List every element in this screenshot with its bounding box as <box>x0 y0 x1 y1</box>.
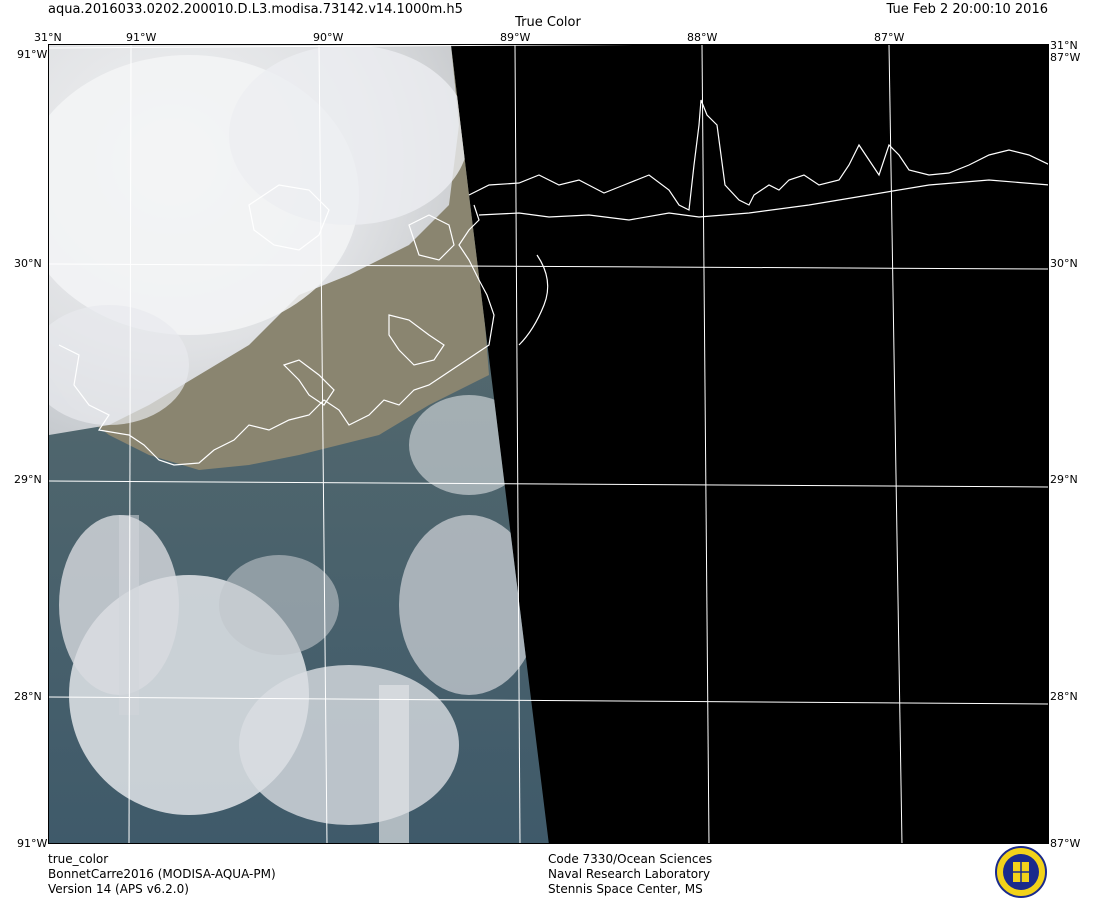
image-title: True Color <box>515 15 581 30</box>
org-location: Stennis Space Center, MS <box>548 882 703 896</box>
lat-label-right: 29°N <box>1050 473 1078 486</box>
corner-lon-label: 87°W <box>1050 51 1081 64</box>
corner-lon-label: 91°W <box>17 48 48 61</box>
lat-label-top-left: 31°N <box>34 31 62 44</box>
nrl-emblem-icon <box>995 846 1047 898</box>
lon-label-top: 88°W <box>687 31 718 44</box>
lat-label-right: 30°N <box>1050 257 1078 270</box>
footer-left: true_color BonnetCarre2016 (MODISA-AQUA-… <box>48 852 276 897</box>
lat-label-left: 30°N <box>14 257 42 270</box>
corner-lon-label: 87°W <box>1050 837 1081 850</box>
org-code: Code 7330/Ocean Sciences <box>548 852 713 866</box>
lon-label-top: 91°W <box>126 31 157 44</box>
corner-lon-label: 91°W <box>17 837 48 850</box>
lon-label-top: 90°W <box>313 31 344 44</box>
footer-middle: Code 7330/Ocean Sciences Naval Research … <box>548 852 712 897</box>
lat-label-right: 28°N <box>1050 690 1078 703</box>
org-name: Naval Research Laboratory <box>548 867 711 881</box>
satellite-map[interactable] <box>48 44 1049 844</box>
lat-label-left: 29°N <box>14 473 42 486</box>
dataset-name: BonnetCarre2016 (MODISA-AQUA-PM) <box>48 867 276 881</box>
lon-label-top: 87°W <box>874 31 905 44</box>
timestamp: Tue Feb 2 20:00:10 2016 <box>886 2 1049 17</box>
lat-label-left: 28°N <box>14 690 42 703</box>
product-name: true_color <box>48 852 109 866</box>
lon-label-top: 89°W <box>500 31 531 44</box>
version-text: Version 14 (APS v6.2.0) <box>48 882 189 896</box>
